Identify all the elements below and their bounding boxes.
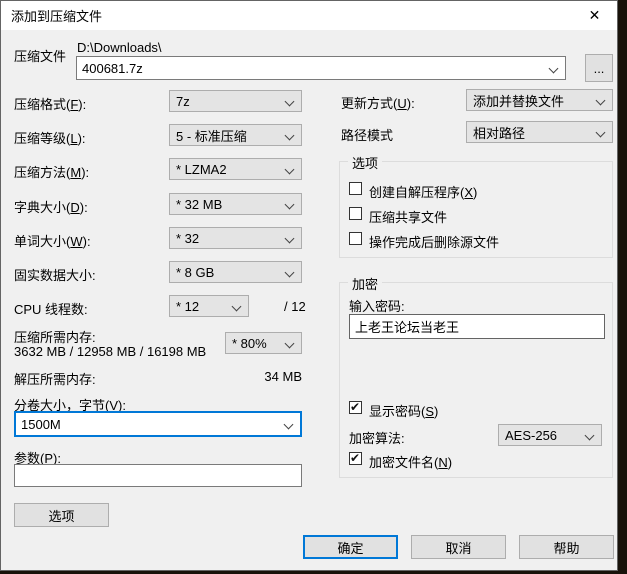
create-sfx-label[interactable]: 创建自解压程序(X) xyxy=(369,182,477,201)
path-mode-combobox[interactable]: 相对路径 xyxy=(466,121,613,143)
chevron-down-icon xyxy=(231,301,242,312)
decompress-memory-label: 解压所需内存: xyxy=(14,372,96,387)
method-combobox[interactable]: * LZMA2 xyxy=(169,158,302,180)
archive-dir-text: D:\Downloads\ xyxy=(77,40,162,55)
chevron-down-icon xyxy=(284,164,295,175)
dictionary-size-label: 字典大小(D): xyxy=(14,200,88,215)
compress-shared-label[interactable]: 压缩共享文件 xyxy=(369,207,447,226)
chevron-down-icon xyxy=(284,130,295,141)
level-combobox[interactable]: 5 - 标准压缩 xyxy=(169,124,302,146)
chevron-down-icon xyxy=(595,95,606,106)
encryption-method-combobox[interactable]: AES-256 xyxy=(498,424,602,446)
enter-password-label: 输入密码: xyxy=(349,299,405,314)
add-to-archive-dialog: 添加到压缩文件 ✕ 压缩文件 D:\Downloads\ ... 压缩格式(F)… xyxy=(0,0,618,571)
show-password-checkbox[interactable] xyxy=(349,400,362,414)
encrypt-filenames-label[interactable]: 加密文件名(N) xyxy=(369,452,452,471)
memory-usage-combobox[interactable]: * 80% xyxy=(225,332,302,354)
chevron-down-icon xyxy=(284,267,295,278)
chevron-down-icon xyxy=(284,338,295,349)
compress-shared-checkbox[interactable] xyxy=(349,207,362,220)
archive-file-label: 压缩文件 xyxy=(14,49,67,64)
chevron-down-icon xyxy=(595,127,606,138)
dialog-title: 添加到压缩文件 xyxy=(11,9,103,24)
archive-name-input[interactable] xyxy=(77,57,565,79)
cpu-threads-combobox[interactable]: * 12 xyxy=(169,295,249,317)
encrypt-filenames-checkbox[interactable] xyxy=(349,451,362,465)
options-button[interactable]: 选项 xyxy=(14,503,109,527)
encryption-group-title: 加密 xyxy=(348,274,383,293)
close-icon[interactable]: ✕ xyxy=(572,1,617,30)
show-password-label[interactable]: 显示密码(S) xyxy=(369,401,438,420)
method-label: 压缩方法(M): xyxy=(14,165,90,180)
split-size-input[interactable] xyxy=(16,413,300,435)
create-sfx-checkbox[interactable] xyxy=(349,182,362,195)
password-input[interactable] xyxy=(349,314,605,339)
chevron-down-icon xyxy=(284,199,295,210)
chevron-down-icon xyxy=(284,96,295,107)
format-label: 压缩格式(F): xyxy=(14,97,87,112)
update-mode-label: 更新方式(U): xyxy=(341,96,415,111)
format-combobox[interactable]: 7z xyxy=(169,90,302,112)
cancel-button[interactable]: 取消 xyxy=(411,535,506,559)
compress-memory-value: 3632 MB / 12958 MB / 16198 MB xyxy=(14,344,207,359)
encryption-method-label: 加密算法: xyxy=(349,431,405,446)
browse-button[interactable]: ... xyxy=(585,54,613,82)
delete-after-label[interactable]: 操作完成后删除源文件 xyxy=(369,232,499,251)
titlebar: 添加到压缩文件 xyxy=(1,1,617,30)
split-size-combobox[interactable] xyxy=(14,411,302,437)
delete-after-checkbox[interactable] xyxy=(349,232,362,245)
cpu-threads-max: / 12 xyxy=(284,299,306,314)
path-mode-label: 路径模式 xyxy=(341,128,394,143)
word-size-combobox[interactable]: * 32 xyxy=(169,227,302,249)
chevron-down-icon xyxy=(284,233,295,244)
parameters-input[interactable] xyxy=(14,464,302,487)
ok-button[interactable]: 确定 xyxy=(303,535,398,559)
solid-block-size-label: 固实数据大小: xyxy=(14,268,96,283)
options-group-title: 选项 xyxy=(348,153,383,172)
solid-block-size-combobox[interactable]: * 8 GB xyxy=(169,261,302,283)
update-mode-combobox[interactable]: 添加并替换文件 xyxy=(466,89,613,111)
word-size-label: 单词大小(W): xyxy=(14,234,91,249)
dictionary-size-combobox[interactable]: * 32 MB xyxy=(169,193,302,215)
cpu-threads-label: CPU 线程数: xyxy=(14,302,88,317)
archive-name-combobox[interactable] xyxy=(76,56,566,80)
chevron-down-icon xyxy=(584,430,595,441)
level-label: 压缩等级(L): xyxy=(14,131,86,146)
decompress-memory-value: 34 MB xyxy=(264,369,302,384)
help-button[interactable]: 帮助 xyxy=(519,535,614,559)
